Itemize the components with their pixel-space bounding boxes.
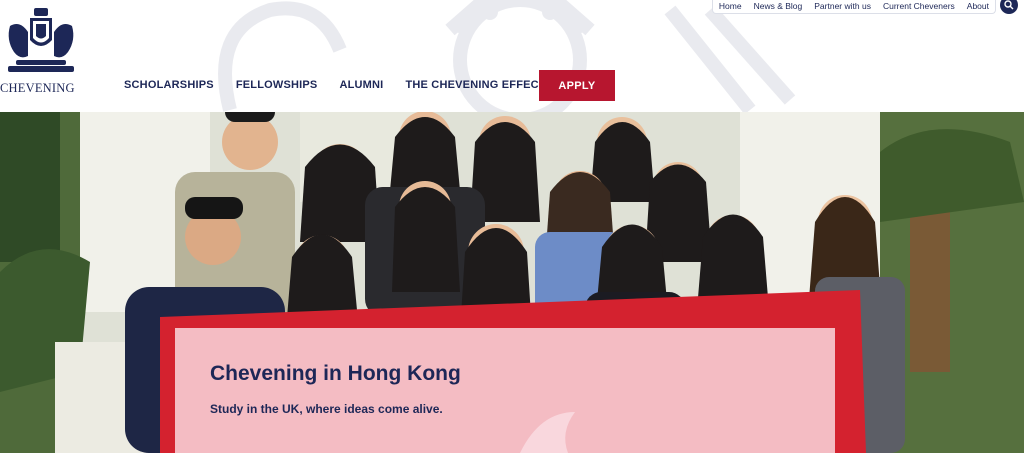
hero-card: Chevening in Hong Kong Study in the UK, … <box>175 328 835 453</box>
hero-subtitle: Study in the UK, where ideas come alive. <box>210 402 443 416</box>
site-header: CHEVENING Home News & Blog Partner with … <box>0 0 1024 112</box>
nav-alumni[interactable]: ALUMNI <box>339 79 383 91</box>
nav-scholarships[interactable]: SCHOLARSHIPS <box>124 79 214 91</box>
topnav-news-blog[interactable]: News & Blog <box>754 1 803 11</box>
main-nav: SCHOLARSHIPS FELLOWSHIPS ALUMNI THE CHEV… <box>124 70 568 100</box>
royal-crest-icon <box>8 8 74 72</box>
utility-nav: Home News & Blog Partner with us Current… <box>711 0 996 14</box>
topnav-current-cheveners[interactable]: Current Cheveners <box>883 1 955 11</box>
topnav-home[interactable]: Home <box>719 1 742 11</box>
nav-fellowships[interactable]: FELLOWSHIPS <box>236 79 318 91</box>
brand-name: CHEVENING <box>0 81 75 95</box>
search-button[interactable] <box>1000 0 1018 14</box>
hero-title: Chevening in Hong Kong <box>210 362 461 385</box>
chevening-logo[interactable]: CHEVENING <box>0 6 82 95</box>
search-icon <box>1004 0 1014 10</box>
nav-chevening-effect[interactable]: THE CHEVENING EFFECT <box>405 79 545 91</box>
topnav-about[interactable]: About <box>967 1 989 11</box>
topnav-partner[interactable]: Partner with us <box>814 1 871 11</box>
apply-button[interactable]: APPLY <box>539 70 615 101</box>
hero-banner: Chevening in Hong Kong Study in the UK, … <box>0 112 1024 453</box>
